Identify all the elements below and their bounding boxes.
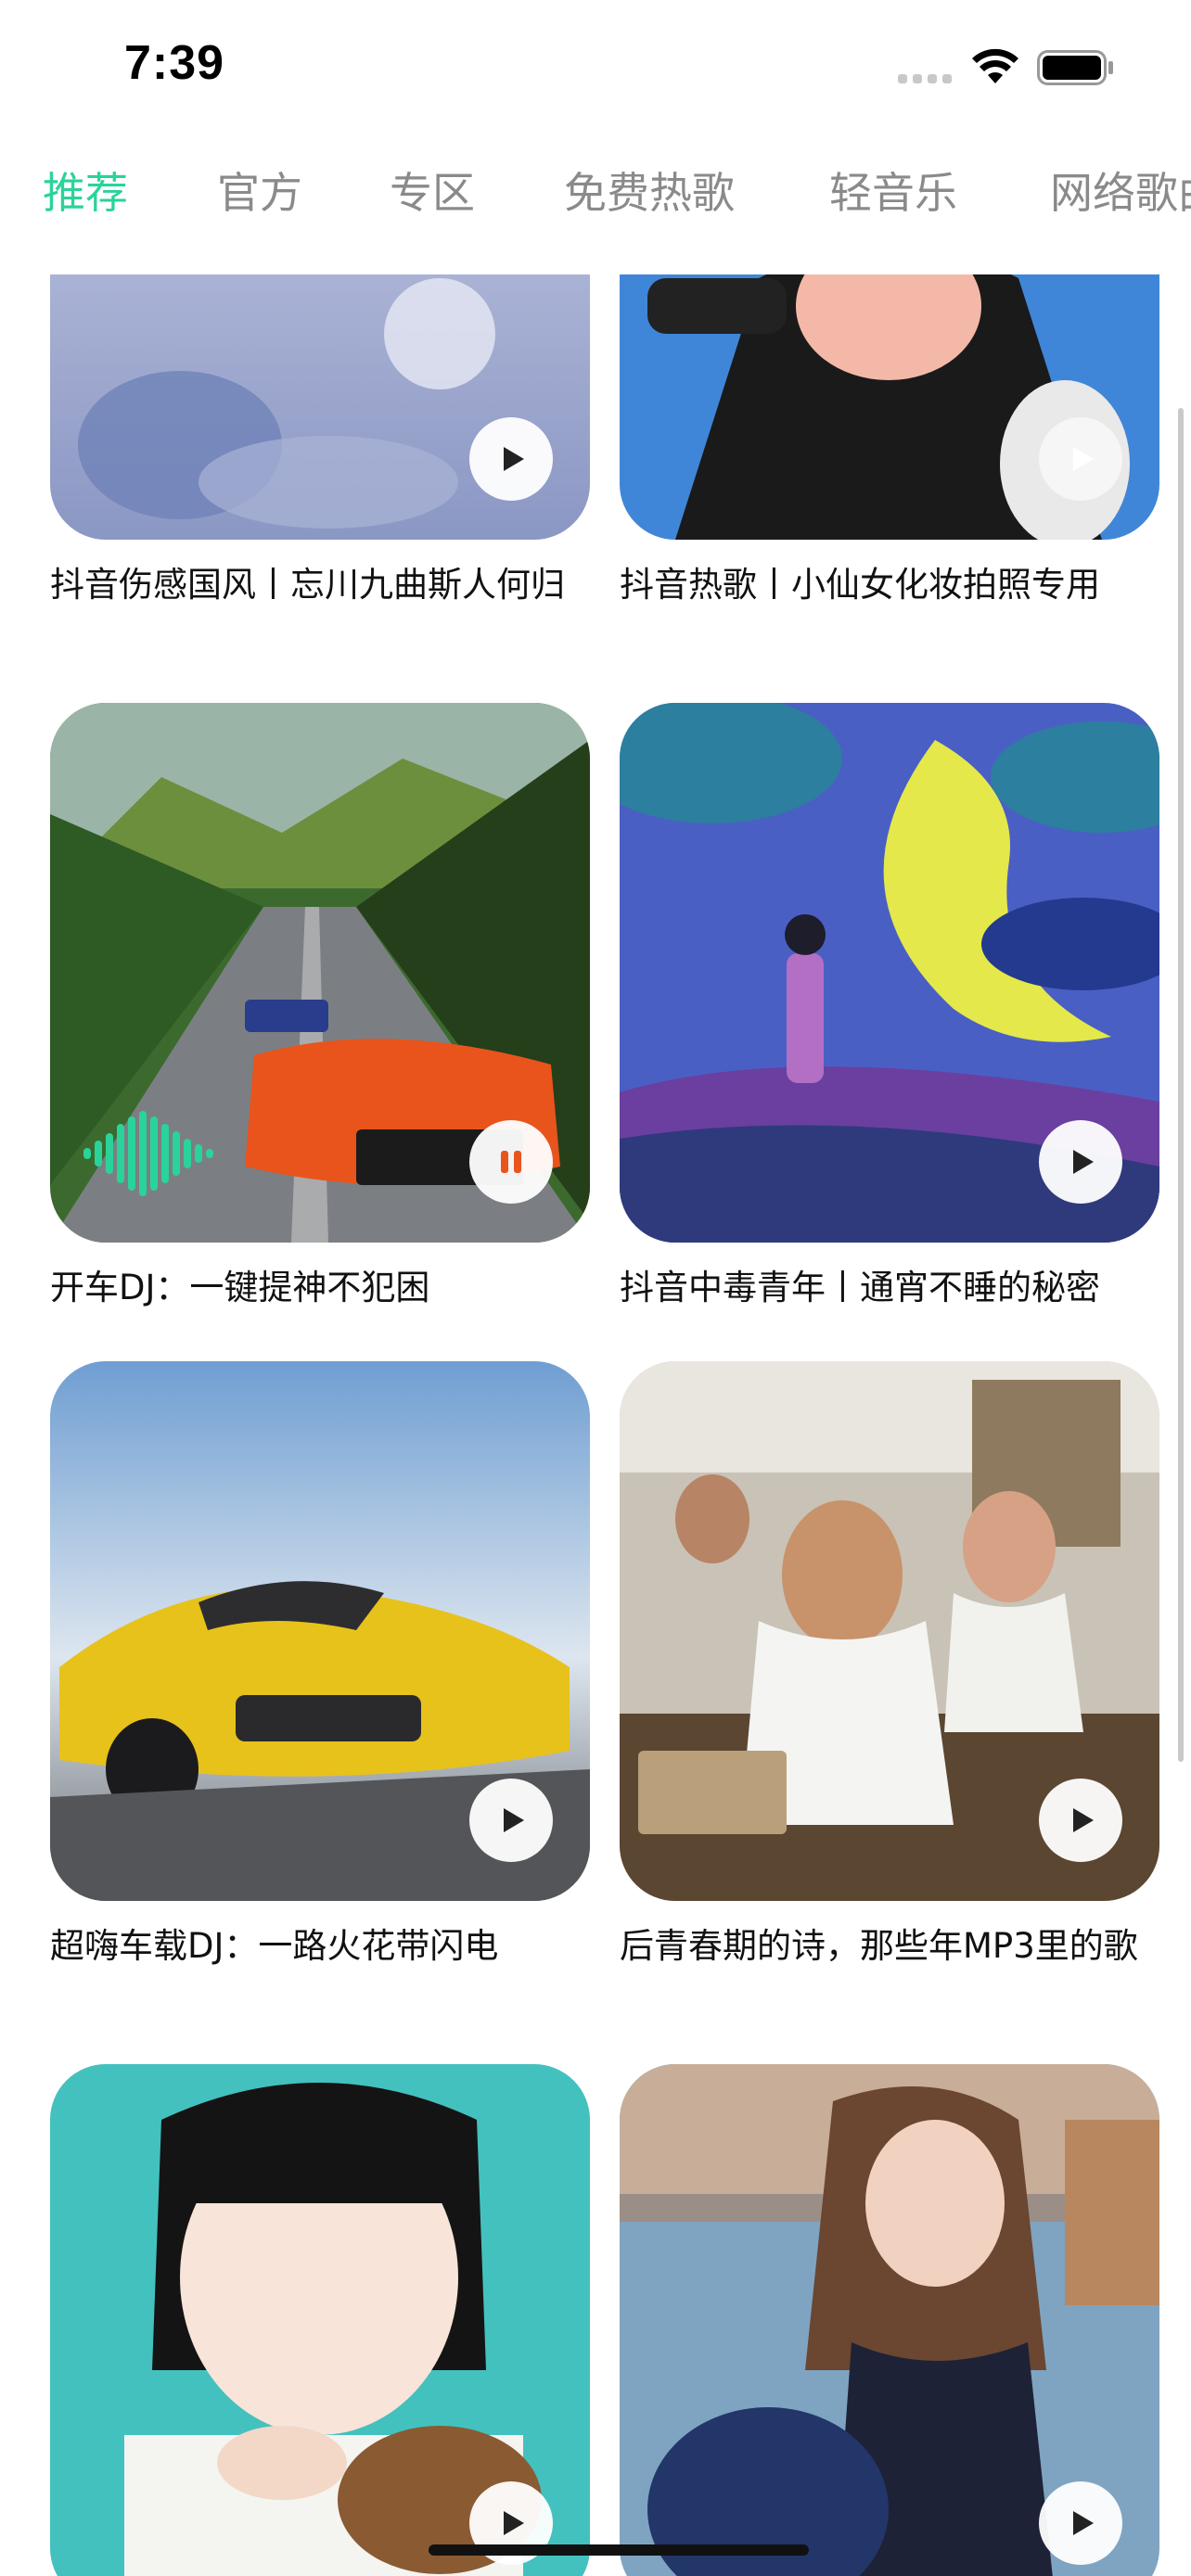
- tab-recommend[interactable]: 推荐: [43, 159, 128, 221]
- play-button[interactable]: [1039, 2481, 1122, 2565]
- wifi-icon: [972, 48, 1018, 83]
- playlist-card[interactable]: 开车DJ：一键提神不犯困: [50, 703, 590, 1313]
- play-icon: [1073, 447, 1094, 471]
- playlist-cover[interactable]: [620, 274, 1159, 540]
- playlist-title[interactable]: 抖音伤感国风丨忘川九曲斯人何归: [50, 560, 590, 610]
- play-icon: [504, 1808, 524, 1832]
- playlist-title[interactable]: 开车DJ：一键提神不犯困: [50, 1263, 590, 1313]
- equalizer-icon: [83, 1111, 213, 1196]
- play-icon: [504, 447, 524, 471]
- play-icon: [1073, 1150, 1094, 1174]
- playlist-cover[interactable]: [50, 1361, 590, 1901]
- playlist-cover[interactable]: [620, 1361, 1159, 1901]
- play-icon: [1073, 1808, 1094, 1832]
- battery-icon: [1037, 50, 1113, 85]
- status-bar: 7:39: [0, 0, 1191, 130]
- tab-light-music[interactable]: 轻音乐: [829, 159, 957, 221]
- playlist-title[interactable]: 超嗨车载DJ：一路火花带闪电: [50, 1921, 590, 1971]
- playlist-card[interactable]: 抖音中毒青年丨通宵不睡的秘密: [620, 703, 1159, 1313]
- status-time: 7:39: [124, 36, 225, 90]
- playlist-title[interactable]: 抖音热歌丨小仙女化妆拍照专用: [620, 560, 1159, 610]
- playlist-card[interactable]: 超嗨车载DJ：一路火花带闪电: [50, 1361, 590, 1971]
- play-button[interactable]: [469, 417, 553, 501]
- pause-icon: [501, 1151, 521, 1173]
- playlist-cover[interactable]: [620, 703, 1159, 1243]
- play-button[interactable]: [1039, 1779, 1122, 1862]
- play-button[interactable]: [1039, 417, 1122, 501]
- playlist-card[interactable]: [50, 2064, 590, 2576]
- playlist-title[interactable]: 后青春期的诗，那些年MP3里的歌: [620, 1921, 1159, 1971]
- play-icon: [1073, 2511, 1094, 2535]
- tab-free-hits[interactable]: 免费热歌: [564, 159, 735, 221]
- playlist-cover[interactable]: [50, 2064, 590, 2576]
- play-button[interactable]: [469, 1779, 553, 1862]
- playlist-cover[interactable]: [50, 274, 590, 540]
- playlist-grid: 抖音伤感国风丨忘川九曲斯人何归 抖音热歌丨小仙女化妆拍照专用 开车DJ：一键提神…: [0, 274, 1191, 2576]
- scrollbar[interactable]: [1178, 408, 1184, 1762]
- playlist-card[interactable]: [620, 2064, 1159, 2576]
- playlist-title[interactable]: 抖音中毒青年丨通宵不睡的秘密: [620, 1263, 1159, 1313]
- playlist-card[interactable]: 后青春期的诗，那些年MP3里的歌: [620, 1361, 1159, 1971]
- tab-official[interactable]: 官方: [217, 159, 302, 221]
- playlist-cover[interactable]: [620, 2064, 1159, 2576]
- home-indicator[interactable]: [429, 2544, 809, 2556]
- playlist-card[interactable]: 抖音伤感国风丨忘川九曲斯人何归: [50, 274, 590, 610]
- tab-zone[interactable]: 专区: [390, 159, 475, 221]
- tab-internet-songs[interactable]: 网络歌曲: [1050, 159, 1191, 221]
- play-icon: [504, 2511, 524, 2535]
- category-tab-bar: 推荐 官方 专区 免费热歌 轻音乐 网络歌曲: [0, 148, 1191, 269]
- signal-icon: [898, 74, 952, 83]
- playlist-card[interactable]: 抖音热歌丨小仙女化妆拍照专用: [620, 274, 1159, 610]
- pause-button[interactable]: [469, 1120, 553, 1204]
- playlist-cover[interactable]: [50, 703, 590, 1243]
- play-button[interactable]: [1039, 1120, 1122, 1204]
